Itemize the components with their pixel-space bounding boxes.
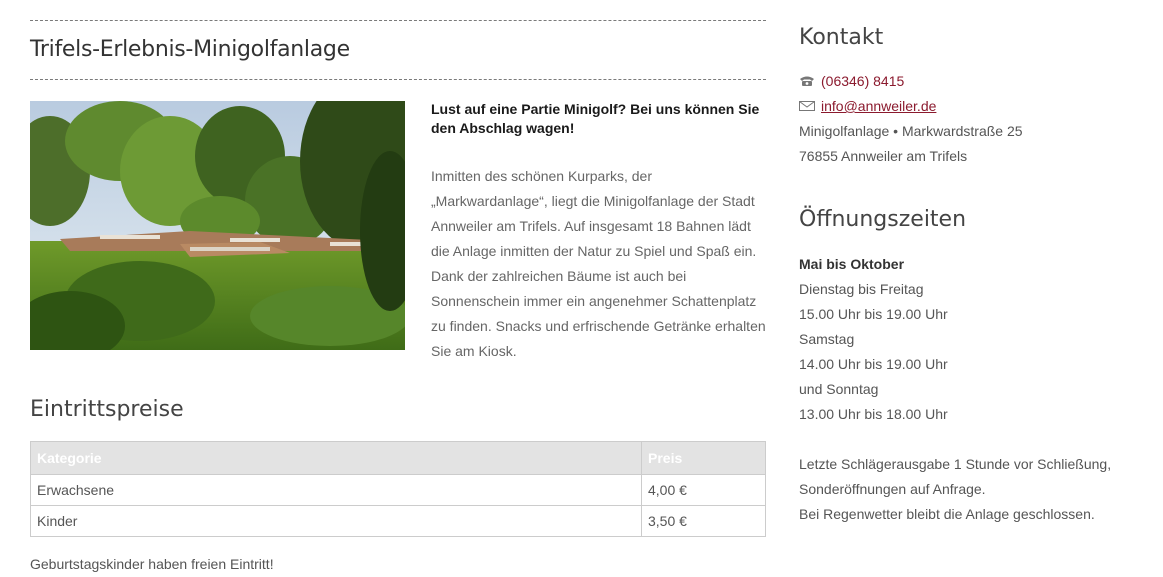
- hours-line: 13.00 Uhr bis 18.00 Uhr: [799, 406, 948, 422]
- table-row: Erwachsene 4,00 €: [30, 474, 766, 506]
- price-cell: 4,00 €: [641, 474, 766, 506]
- hours-line: Dienstag bis Freitag: [799, 281, 924, 297]
- hours-note: Sonderöffnungen auf Anfrage.: [799, 481, 986, 497]
- table-row: Kinder 3,50 €: [30, 505, 766, 537]
- column-header-price: Preis: [641, 441, 766, 475]
- contact-block: (06346) 8415 info@annweiler.de Minigolfa…: [799, 69, 1023, 169]
- intro-headline: Lust auf eine Partie Minigolf? Bei uns k…: [431, 101, 760, 136]
- intro-paragraph: Inmitten des schönen Kurparks, der „Mark…: [431, 168, 766, 359]
- phone-icon: [799, 70, 815, 86]
- hours-line: 15.00 Uhr bis 19.00 Uhr: [799, 306, 948, 322]
- hours-note: Bei Regenwetter bleibt die Anlage geschl…: [799, 506, 1095, 522]
- email-line: info@annweiler.de: [799, 94, 1023, 119]
- birthday-note: Geburtstagskinder haben freien Eintritt!: [30, 556, 274, 572]
- hours-line: Samstag: [799, 331, 855, 347]
- category-cell: Erwachsene: [30, 474, 642, 506]
- hours-heading: Öffnungszeiten: [799, 207, 967, 232]
- phone-line: (06346) 8415: [799, 69, 1023, 94]
- hours-line: 14.00 Uhr bis 19.00 Uhr: [799, 356, 948, 372]
- column-header-category: Kategorie: [30, 441, 642, 475]
- hours-line: und Sonntag: [799, 381, 879, 397]
- prices-heading: Eintrittspreise: [30, 397, 184, 422]
- phone-link[interactable]: (06346) 8415: [821, 73, 904, 89]
- price-cell: 3,50 €: [641, 505, 766, 537]
- address-line-2: 76855 Annweiler am Trifels: [799, 148, 968, 164]
- table-header-row: Kategorie Preis: [30, 441, 766, 475]
- address-line-1: Minigolfanlage • Markwardstraße 25: [799, 123, 1023, 139]
- mail-icon: [799, 95, 815, 111]
- prices-table: Kategorie Preis Erwachsene 4,00 € Kinder…: [30, 441, 766, 537]
- email-link[interactable]: info@annweiler.de: [821, 98, 936, 114]
- category-cell: Kinder: [30, 505, 642, 537]
- hours-note: Letzte Schlägerausgabe 1 Stunde vor Schl…: [799, 456, 1112, 472]
- page-title: Trifels-Erlebnis-Minigolfanlage: [30, 37, 350, 62]
- title-divider: [30, 79, 766, 80]
- season-label: Mai bis Oktober: [799, 256, 905, 272]
- contact-heading: Kontakt: [799, 25, 884, 50]
- minigolf-photo: [30, 101, 405, 350]
- hours-block: Mai bis Oktober Dienstag bis Freitag 15.…: [799, 252, 1111, 527]
- top-divider: [30, 20, 766, 21]
